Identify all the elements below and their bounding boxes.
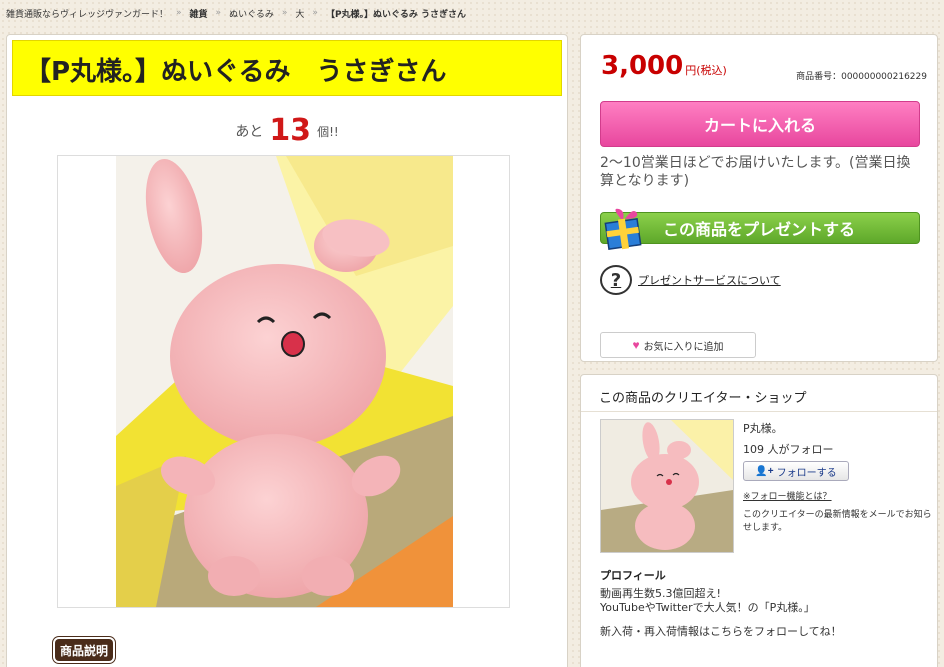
favorites-label: お気に入りに追加 [643,341,724,353]
stock-suffix: 個!! [317,125,339,139]
breadcrumb-separator: » [215,8,222,18]
product-title: 【P丸様。】ぬいぐるみ うさぎさん [25,57,447,87]
profile-line: YouTubeやTwitterで大人気！の「P丸様。」 [600,601,815,614]
breadcrumb: 雑貨通販ならヴィレッジヴァンガード！ » 雑貨 » ぬいぐるみ » 大 » 【P… [6,4,466,22]
breadcrumb-item-zakka[interactable]: 雑貨 [190,7,208,20]
gift-info-label: プレゼントサービスについて [638,274,781,287]
add-user-icon: 👤+ [755,465,774,477]
follow-label: フォローする [776,467,837,479]
breadcrumb-separator: » [281,8,288,18]
product-image[interactable] [57,155,510,608]
creator-note: このクリエイターの最新情報をメールでお知らせします。 [743,510,932,533]
gift-box-icon [604,208,642,250]
creator-heading: この商品のクリエイター・ショップ [599,391,807,406]
follow-button[interactable]: 👤+ フォローする [743,461,849,481]
breadcrumb-item-home[interactable]: 雑貨通販ならヴィレッジヴァンガード！ [6,7,168,20]
price-unit: 円(税込) [685,64,727,77]
stock-remaining: あと 13 個!! [7,113,567,148]
shop-thumbnail[interactable] [600,419,734,553]
price: 3,000 円(税込) [601,51,727,81]
add-to-cart-button[interactable]: カートに入れる [600,101,920,147]
plush-rabbit-photo [116,156,453,607]
product-number: 商品番号：000000000216229 [796,72,927,82]
question-icon: ? [600,265,632,295]
profile-text: 動画再生数5.3億回超え! YouTubeやTwitterで大人気！の「P丸様。… [600,587,930,649]
breadcrumb-item-large[interactable]: 大 [295,7,304,20]
price-amount: 3,000 [601,51,684,81]
stock-count: 13 [269,113,312,148]
stock-prefix: あと [235,124,264,140]
breadcrumb-item-plush[interactable]: ぬいぐるみ [229,7,274,20]
creator-panel: この商品のクリエイター・ショップ P丸様。 109 人がフォロー 👤+ フォロー… [580,374,938,667]
product-panel: 【P丸様。】ぬいぐるみ うさぎさん あと 13 個!! 商品説明 [6,34,568,667]
heart-icon: ♥ [632,338,640,352]
breadcrumb-separator: » [312,8,318,18]
delivery-note: 2〜10営業日ほどでお届けいたします。(営業日換算となります) [600,155,911,189]
profile-heading: プロフィール [600,569,666,582]
title-bar: 【P丸様。】ぬいぐるみ うさぎさん [12,40,562,96]
gift-button[interactable]: この商品をプレゼントする [600,208,920,250]
purchase-panel: 3,000 円(税込) 商品番号：000000000216229 カートに入れる … [580,34,938,362]
breadcrumb-separator: » [176,8,182,18]
profile-line: 新入荷・再入荷情報はこちらをフォローしてね！ [600,625,842,638]
breadcrumb-item-current: 【P丸様。】ぬいぐるみ うさぎさん [325,9,466,20]
description-badge: 商品説明 [55,639,114,661]
divider [581,411,937,412]
follower-count: 109 人がフォロー [743,443,834,456]
gift-button-label: この商品をプレゼントする [663,222,856,239]
add-to-favorites-button[interactable]: ♥ お気に入りに追加 [600,332,756,358]
follow-about-link[interactable]: ※フォロー機能とは？ [743,489,832,502]
profile-line: 動画再生数5.3億回超え! [600,587,721,600]
shop-name[interactable]: P丸様。 [743,420,783,436]
shop-plush-thumbnail [601,420,733,552]
gift-info-link[interactable]: ? プレゼントサービスについて [600,265,781,295]
